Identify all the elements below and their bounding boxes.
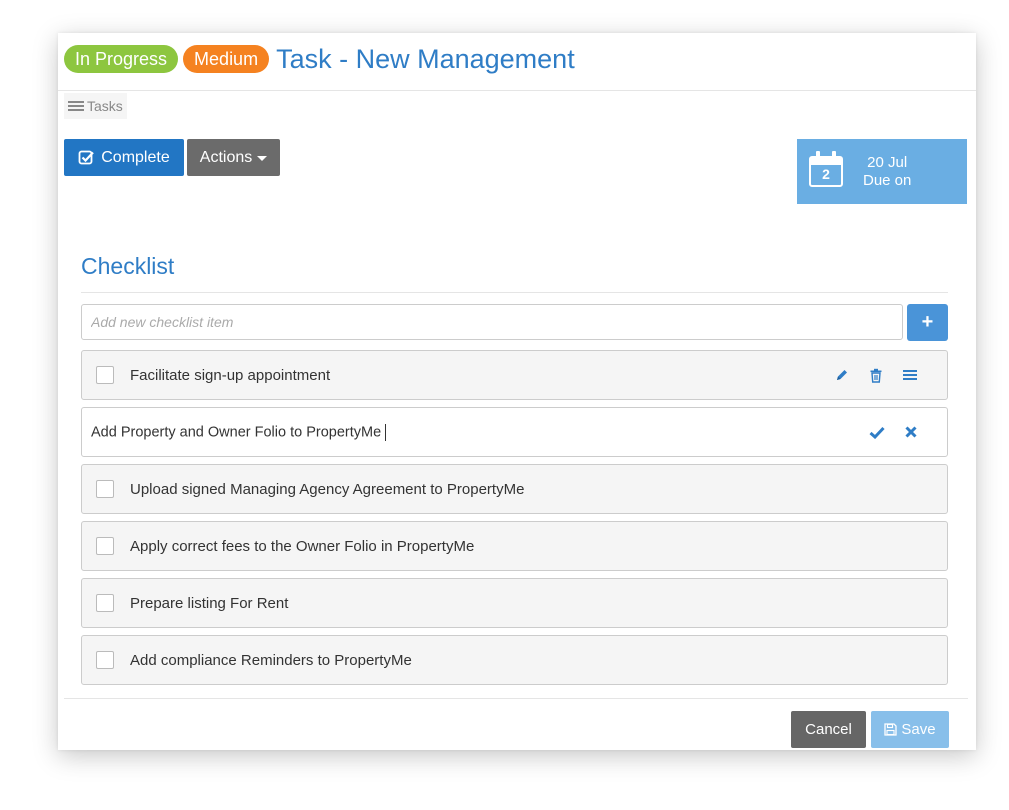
edit-actions <box>849 408 917 456</box>
due-date: 20 Jul <box>867 153 908 171</box>
due-label: Due on <box>863 171 912 189</box>
checklist-item[interactable]: Prepare listing For Rent <box>81 578 948 628</box>
item-label: Facilitate sign-up appointment <box>130 366 331 384</box>
cancel-x-icon[interactable] <box>905 426 917 438</box>
breadcrumb[interactable]: Tasks <box>64 93 127 119</box>
cancel-button[interactable]: Cancel <box>791 711 866 748</box>
checklist-item-editing[interactable]: Add Property and Owner Folio to Property… <box>81 407 948 457</box>
item-checkbox[interactable] <box>96 480 114 498</box>
trash-icon[interactable] <box>869 368 883 383</box>
due-date-box: 2 20 Jul Due on <box>797 139 967 204</box>
actions-dropdown[interactable]: Actions <box>187 139 280 176</box>
confirm-check-icon[interactable] <box>869 426 885 439</box>
list-icon <box>68 100 84 112</box>
item-checkbox[interactable] <box>96 594 114 612</box>
item-checkbox[interactable] <box>96 366 114 384</box>
item-label: Apply correct fees to the Owner Folio in… <box>130 537 475 555</box>
status-badge[interactable]: In Progress <box>64 45 179 73</box>
checklist-item[interactable]: Facilitate sign-up appointment <box>81 350 948 400</box>
item-edit-input[interactable]: Add Property and Owner Folio to Property… <box>91 423 387 441</box>
new-checklist-item-input[interactable] <box>81 304 903 340</box>
item-actions <box>815 351 917 399</box>
calendar-icon: 2 <box>809 151 843 187</box>
task-dialog: In Progress Medium Task - New Management… <box>58 33 976 750</box>
caret-down-icon <box>257 156 268 161</box>
due-text: 20 Jul Due on <box>863 154 911 190</box>
breadcrumb-tasks: Tasks <box>87 98 123 114</box>
item-label: Prepare listing For Rent <box>130 594 289 612</box>
check-square-icon <box>78 150 95 165</box>
drag-handle-icon[interactable] <box>903 369 917 381</box>
floppy-disk-icon <box>884 723 898 736</box>
cancel-label: Cancel <box>805 721 852 738</box>
complete-label: Complete <box>101 148 170 166</box>
checklist-item[interactable]: Add compliance Reminders to PropertyMe <box>81 635 948 685</box>
divider <box>81 292 948 293</box>
plus-icon: + <box>921 311 934 333</box>
task-header: In Progress Medium Task - New Management <box>64 43 575 75</box>
item-checkbox[interactable] <box>96 651 114 669</box>
pencil-icon[interactable] <box>835 368 849 382</box>
save-button[interactable]: Save <box>871 711 949 748</box>
checklist-item[interactable]: Apply correct fees to the Owner Folio in… <box>81 521 948 571</box>
page-title: Task - New Management <box>276 43 575 74</box>
complete-button[interactable]: Complete <box>64 139 184 176</box>
item-checkbox[interactable] <box>96 537 114 555</box>
item-label: Add compliance Reminders to PropertyMe <box>130 651 412 669</box>
actions-label: Actions <box>199 148 253 166</box>
save-label: Save <box>901 721 936 738</box>
calendar-day: 2 <box>822 166 830 182</box>
divider <box>64 698 968 699</box>
checklist-title: Checklist <box>81 253 175 279</box>
checklist-item[interactable]: Upload signed Managing Agency Agreement … <box>81 464 948 514</box>
priority-badge[interactable]: Medium <box>183 45 270 73</box>
add-item-button[interactable]: + <box>907 304 948 341</box>
item-label: Upload signed Managing Agency Agreement … <box>130 480 525 498</box>
divider <box>58 90 976 91</box>
